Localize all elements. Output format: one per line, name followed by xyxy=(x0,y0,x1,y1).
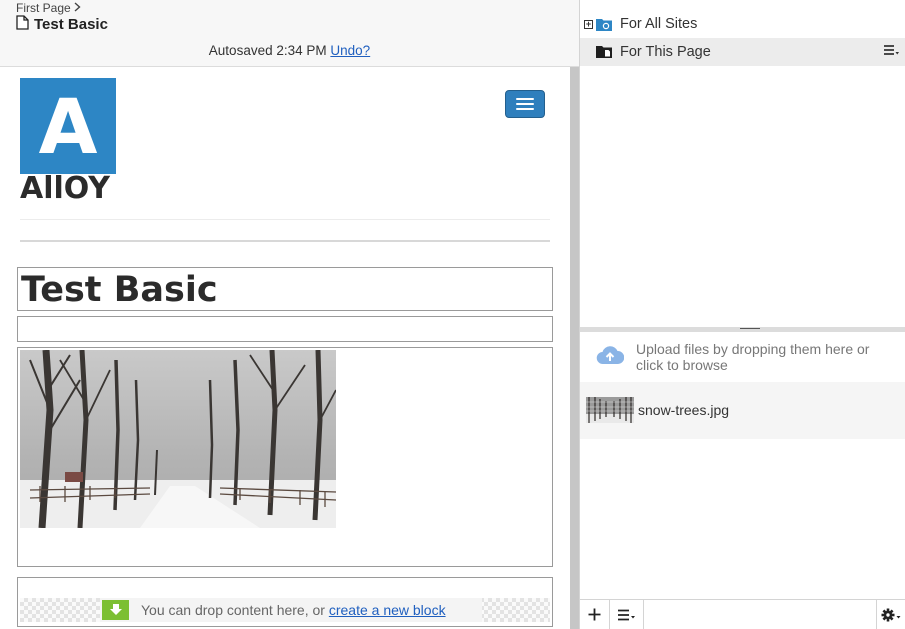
tree-item-label: For This Page xyxy=(620,44,711,60)
heading-block[interactable]: Test Basic xyxy=(17,267,553,311)
assets-pane: + For All Sites For This Page Upload fil… xyxy=(579,0,905,629)
asset-filename: snow-trees.jpg xyxy=(638,402,730,418)
breadcrumb-item[interactable]: First Page xyxy=(16,1,71,15)
expand-icon[interactable]: + xyxy=(584,19,593,29)
assets-toolbar xyxy=(580,599,905,629)
tree-item-for-all-sites[interactable]: + For All Sites xyxy=(580,10,905,38)
global-folder-icon xyxy=(596,17,612,31)
autosave-status: Autosaved 2:34 PM Undo? xyxy=(0,43,579,58)
list-menu-icon[interactable] xyxy=(610,600,644,629)
list-menu-icon[interactable] xyxy=(883,44,900,62)
tree-item-for-this-page[interactable]: For This Page xyxy=(580,38,905,66)
dropzone-text: You can drop content here, or create a n… xyxy=(141,602,446,618)
upload-hint: Upload files by dropping them here or cl… xyxy=(636,341,870,373)
site-logo[interactable]: A xyxy=(20,78,116,174)
editor-scrollbar[interactable] xyxy=(570,67,579,629)
editor-toolbar: First Page Test Basic Autosaved 2:34 PM … xyxy=(0,0,579,67)
divider xyxy=(20,219,550,220)
breadcrumb[interactable]: First Page xyxy=(16,1,81,15)
asset-thumbnail xyxy=(586,397,634,423)
chevron-right-icon xyxy=(74,1,81,15)
upload-dropzone[interactable]: Upload files by dropping them here or cl… xyxy=(580,334,905,382)
cloud-upload-icon xyxy=(596,345,625,368)
autosave-text: Autosaved 2:34 PM xyxy=(208,43,327,58)
divider xyxy=(20,240,550,242)
empty-text-block[interactable] xyxy=(17,316,553,342)
undo-link[interactable]: Undo? xyxy=(330,43,370,58)
logo-text: AllOY xyxy=(20,171,110,206)
asset-item[interactable]: snow-trees.jpg xyxy=(580,382,905,439)
gear-icon[interactable] xyxy=(876,600,905,629)
document-icon xyxy=(16,15,29,33)
page-heading: Test Basic xyxy=(21,270,218,310)
download-arrow-icon xyxy=(102,600,129,620)
logo-letter: A xyxy=(38,81,98,171)
tree-item-label: For All Sites xyxy=(620,16,698,32)
page-title: Test Basic xyxy=(34,15,108,33)
image-block[interactable] xyxy=(17,347,553,567)
content-dropzone[interactable]: You can drop content here, or create a n… xyxy=(20,598,550,622)
plus-icon[interactable] xyxy=(580,600,610,629)
dropzone-message: You can drop content here, or create a n… xyxy=(100,598,482,622)
page-folder-icon xyxy=(596,45,612,59)
page-preview: A AllOY Test Basic You can drop content … xyxy=(0,67,570,629)
dropzone-label: You can drop content here, or xyxy=(141,602,325,618)
hamburger-menu-icon[interactable] xyxy=(505,90,545,118)
pane-splitter[interactable] xyxy=(580,327,905,332)
editor-pane: First Page Test Basic Autosaved 2:34 PM … xyxy=(0,0,579,629)
create-new-block-link[interactable]: create a new block xyxy=(329,602,446,618)
page-title-row: Test Basic xyxy=(16,15,108,33)
snow-trees-image xyxy=(20,350,336,528)
content-area: You can drop content here, or create a n… xyxy=(17,577,553,627)
